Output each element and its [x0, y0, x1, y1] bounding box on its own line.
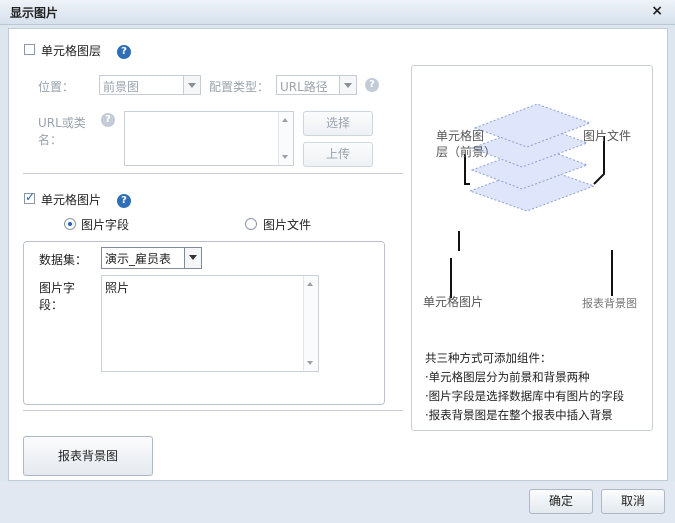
- diagram-note-4: ·报表背景图是在整个报表中插入背景: [425, 408, 613, 422]
- radio-image-file[interactable]: [245, 218, 257, 230]
- cell-image-label: 单元格图片: [41, 193, 102, 207]
- diagram-label-cell-image: 单元格图片: [423, 295, 484, 309]
- scroll-up-icon[interactable]: [282, 118, 288, 122]
- image-field-value: 照片: [105, 281, 130, 295]
- diagram-label-report-bg: 报表背景图: [582, 297, 637, 310]
- url-label-line1: URL或类: [38, 116, 86, 130]
- diagram-note-1: 共三种方式可添加组件：: [425, 351, 552, 365]
- cancel-button[interactable]: 取消: [601, 489, 665, 514]
- position-select[interactable]: 前景图: [99, 75, 201, 95]
- cell-image-help-icon[interactable]: ?: [117, 194, 131, 208]
- dataset-label: 数据集：: [39, 253, 88, 267]
- radio-image-file-label: 图片文件: [263, 218, 312, 232]
- url-input[interactable]: [124, 111, 294, 166]
- divider: [23, 173, 403, 174]
- scroll-down-icon[interactable]: [307, 361, 313, 365]
- layers-illustration: [450, 103, 613, 298]
- field-label-line1: 图片字: [39, 281, 76, 295]
- title-bar: [0, 0, 675, 25]
- radio-image-field[interactable]: [64, 218, 76, 230]
- diagram-label-image-file: 图片文件: [583, 129, 632, 143]
- config-type-select[interactable]: URL路径: [276, 75, 357, 95]
- report-background-button[interactable]: 报表背景图: [23, 436, 153, 476]
- scroll-up-icon[interactable]: [307, 282, 313, 286]
- field-label-line2: 段：: [39, 298, 64, 312]
- ok-button[interactable]: 确定: [529, 489, 593, 514]
- dataset-value: 演示_雇员表: [105, 252, 172, 266]
- cell-layer-label: 单元格图层: [41, 44, 102, 58]
- cell-image-checkbox[interactable]: [24, 190, 35, 204]
- diagram-label-cell-layer-1: 单元格图: [436, 129, 485, 143]
- config-type-value: URL路径: [280, 80, 328, 94]
- image-field-input[interactable]: 照片: [101, 275, 319, 372]
- close-icon[interactable]: ×: [651, 3, 663, 19]
- upload-button[interactable]: 上传: [303, 142, 373, 167]
- config-help-icon[interactable]: ?: [365, 78, 379, 92]
- position-label: 位置：: [38, 80, 75, 94]
- scroll-down-icon[interactable]: [282, 155, 288, 159]
- diagram-label-cell-layer-2: 层（前景）: [436, 145, 497, 159]
- cell-layer-checkbox[interactable]: [24, 44, 35, 55]
- select-button[interactable]: 选择: [303, 111, 373, 136]
- scrollbar[interactable]: [278, 112, 293, 165]
- dialog-title: 显示图片: [10, 6, 59, 20]
- diagram-note-3: ·图片字段是选择数据库中有图片的字段: [425, 389, 625, 403]
- config-type-label: 配置类型：: [209, 80, 270, 94]
- chevron-down-icon: [339, 76, 356, 94]
- position-value: 前景图: [103, 80, 140, 94]
- chevron-down-icon: [183, 76, 200, 94]
- dataset-select[interactable]: 演示_雇员表: [101, 247, 202, 269]
- scrollbar[interactable]: [303, 276, 318, 371]
- diagram-note-2: ·单元格图层分为前景和背景两种: [425, 370, 590, 384]
- chevron-down-icon: [184, 248, 201, 268]
- divider: [23, 410, 403, 411]
- url-help-icon[interactable]: ?: [101, 113, 115, 127]
- cell-layer-help-icon[interactable]: ?: [117, 45, 131, 59]
- url-label-line2: 名：: [38, 133, 63, 147]
- radio-image-field-label: 图片字段: [81, 218, 130, 232]
